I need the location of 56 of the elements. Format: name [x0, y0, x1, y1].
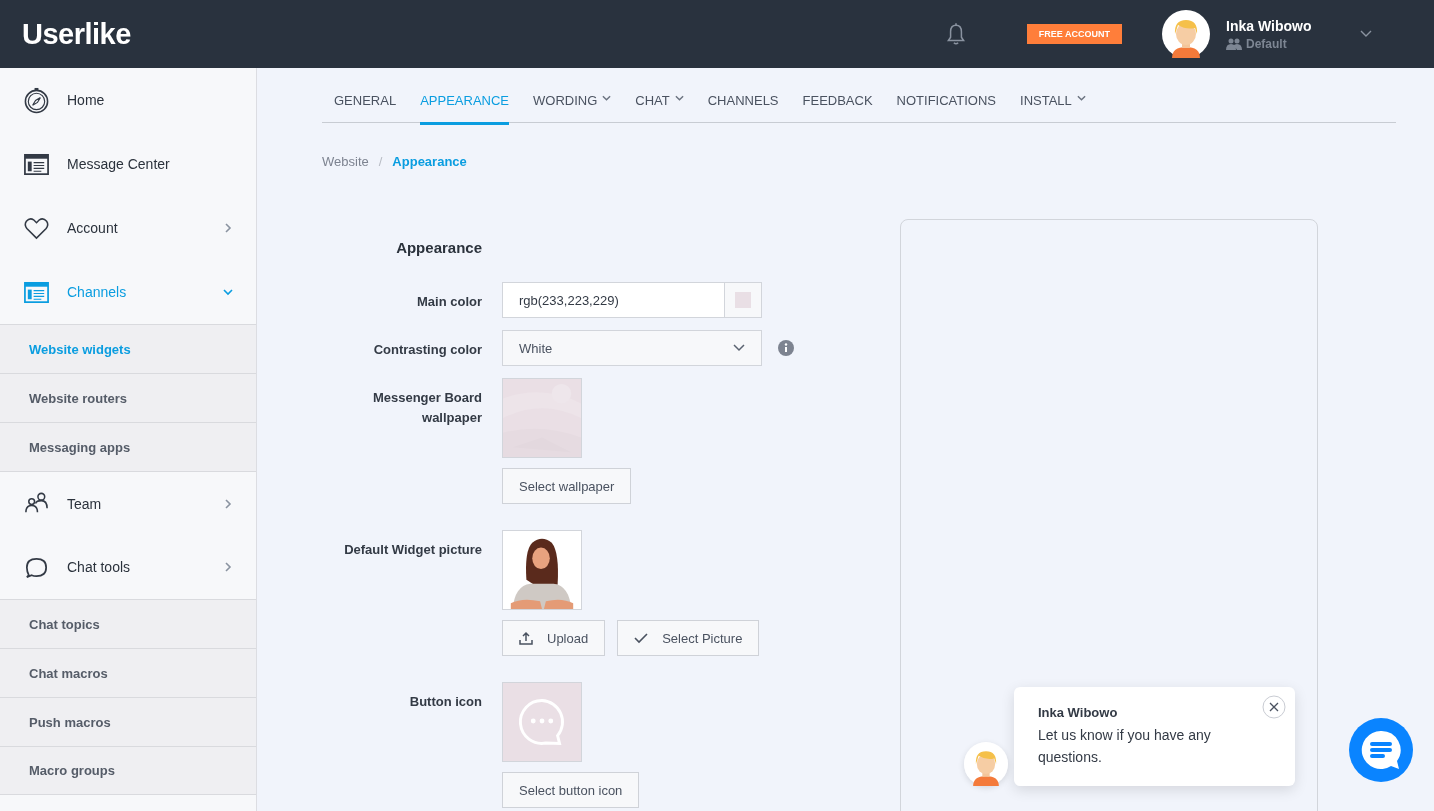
user-role: Default — [1246, 36, 1287, 51]
tab[interactable]: FEEDBACK — [802, 68, 873, 125]
chevron-icon — [222, 286, 234, 298]
info-icon[interactable] — [778, 340, 794, 356]
sidebar-subitem[interactable]: Messaging apps — [0, 422, 256, 471]
select-button[interactable]: Upload — [502, 620, 606, 656]
upload-icon — [519, 631, 533, 645]
sidebar-subitem[interactable]: Chat macros — [0, 648, 256, 697]
field-label: Messenger Board wallpaper — [371, 389, 482, 427]
sidebar-item[interactable]: Home — [0, 68, 256, 132]
logo[interactable]: Userlike — [22, 17, 131, 51]
sidebar-subitem[interactable]: Website routers — [0, 373, 256, 422]
caret-icon — [674, 94, 684, 101]
popup-message: Let us know if you have any questions. — [1038, 726, 1212, 767]
tab[interactable]: CHANNELS — [707, 68, 779, 125]
chevron-icon — [222, 497, 234, 510]
tab[interactable]: GENERAL — [334, 68, 397, 125]
caret-icon — [1076, 94, 1086, 101]
field-label: Default Widget picture — [343, 541, 482, 559]
breadcrumb-link[interactable]: Website — [322, 154, 369, 169]
chat-bubble-icon — [503, 683, 581, 761]
select-field[interactable]: White — [502, 330, 762, 366]
field-label: Main color — [416, 293, 482, 311]
people-icon — [1226, 37, 1242, 50]
tab[interactable]: NOTIFICATIONS — [896, 68, 997, 125]
check-icon — [634, 631, 649, 645]
user-name: Inka Wibowo — [1226, 17, 1313, 34]
caret-icon — [602, 94, 612, 101]
sidebar-subitem[interactable]: Push macros — [0, 697, 256, 746]
chevron-icon — [222, 561, 234, 573]
compass-icon — [23, 86, 50, 114]
field-label: Contrasting color — [372, 341, 482, 359]
agent-avatar — [964, 742, 1008, 786]
user-avatar — [1162, 10, 1210, 58]
sidebar-item[interactable]: Team — [0, 471, 256, 535]
select-button[interactable]: Select Picture — [617, 620, 760, 656]
select-button[interactable]: Select wallpaper — [502, 468, 632, 504]
breadcrumb-separator: / — [378, 154, 383, 169]
tab[interactable]: WORDING — [533, 68, 612, 125]
agent-name: Inka Wibowo — [1038, 705, 1119, 720]
sidebar-subitem[interactable]: Chat topics — [0, 599, 256, 648]
chevron-icon — [222, 222, 234, 234]
sidebar-item[interactable]: Message Center — [0, 132, 256, 196]
tab[interactable]: INSTALL — [1020, 68, 1086, 125]
color-field[interactable]: rgb(233,223,229) — [502, 282, 762, 318]
chevron-down-icon — [733, 344, 745, 352]
section-title: Appearance — [395, 239, 482, 256]
sidebar-item[interactable]: Account — [0, 196, 256, 260]
tab[interactable]: CHAT — [635, 68, 684, 125]
sidebar-subitem[interactable]: Macro groups — [0, 746, 256, 795]
sidebar-item[interactable]: Chat tools — [0, 535, 256, 599]
chevron-down-icon[interactable] — [1360, 30, 1372, 38]
field-label: Button icon — [408, 693, 482, 711]
select-button[interactable]: Select button icon — [502, 772, 640, 808]
close-icon[interactable] — [1262, 695, 1286, 719]
chat-launcher-button[interactable] — [1349, 718, 1413, 782]
